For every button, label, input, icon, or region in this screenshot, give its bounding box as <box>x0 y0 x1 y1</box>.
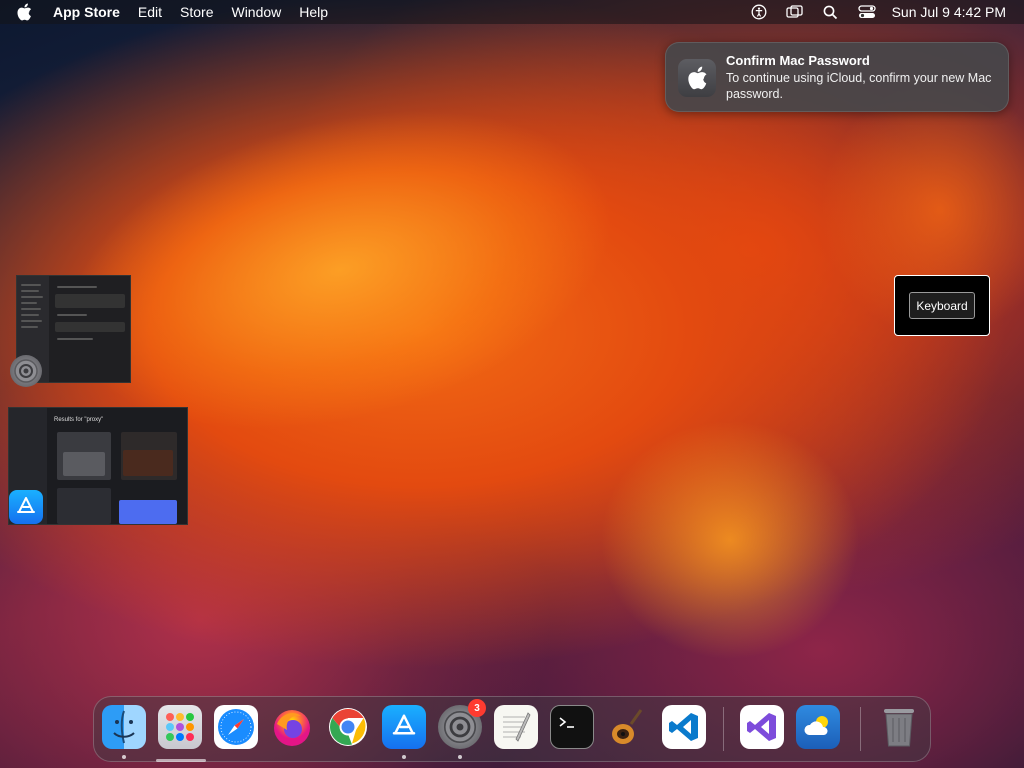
safari-icon[interactable] <box>214 705 258 749</box>
weather-icon[interactable] <box>796 705 840 749</box>
app-store-thumb-icon <box>9 490 43 524</box>
dock-separator <box>723 707 724 751</box>
menu-app-name[interactable]: App Store <box>44 0 129 24</box>
screen-mirroring-icon[interactable] <box>784 0 806 24</box>
terminal-icon[interactable] <box>550 705 594 749</box>
trash-icon[interactable] <box>877 705 921 749</box>
dock-separator-trash <box>860 707 861 751</box>
chrome-icon[interactable] <box>326 705 370 749</box>
visual-studio-icon[interactable] <box>740 705 784 749</box>
icloud-password-notification[interactable]: Confirm Mac Password To continue using i… <box>665 42 1009 112</box>
firefox-icon[interactable] <box>270 705 314 749</box>
menu-window[interactable]: Window <box>222 0 290 24</box>
control-center-icon[interactable] <box>856 0 878 24</box>
notification-title: Confirm Mac Password <box>726 53 870 68</box>
garageband-icon[interactable] <box>606 705 650 749</box>
menu-edit[interactable]: Edit <box>129 0 171 24</box>
system-settings-running-indicator <box>458 755 462 759</box>
finder-icon[interactable] <box>102 705 146 749</box>
menu-store[interactable]: Store <box>171 0 222 24</box>
apple-logo-icon <box>678 59 716 97</box>
system-settings-thumb-icon <box>10 355 42 387</box>
finder-running-indicator <box>122 755 126 759</box>
keyboard-button[interactable]: Keyboard <box>909 292 975 319</box>
thumb-heading: Results for "proxy" <box>54 417 104 423</box>
system-settings-icon[interactable]: 3 <box>438 699 486 749</box>
apple-menu-icon[interactable] <box>16 2 36 22</box>
system-settings-badge: 3 <box>468 699 486 717</box>
dock: 3 <box>93 696 931 762</box>
accessibility-icon[interactable] <box>748 0 770 24</box>
spotlight-search-icon[interactable] <box>820 0 842 24</box>
app-store-running-indicator <box>402 755 406 759</box>
keyboard-hud: Keyboard <box>894 275 990 336</box>
menu-help[interactable]: Help <box>290 0 337 24</box>
menu-bar: App Store Edit Store Window Help Sun Jul… <box>0 0 1024 24</box>
desktop-wallpaper <box>0 0 1024 768</box>
vscode-icon[interactable] <box>662 705 706 749</box>
textedit-icon[interactable] <box>494 705 538 749</box>
dock-scroll-indicator <box>156 759 206 762</box>
menu-clock[interactable]: Sun Jul 9 4:42 PM <box>892 4 1006 20</box>
app-store-icon[interactable] <box>382 705 426 749</box>
launchpad-icon[interactable] <box>158 705 202 749</box>
notification-body: To continue using iCloud, confirm your n… <box>726 71 992 101</box>
